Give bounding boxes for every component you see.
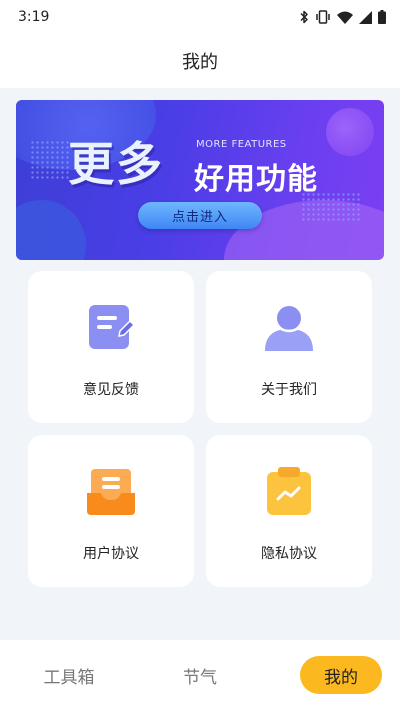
- bottom-tab-bar: 工具箱 节气 我的: [0, 640, 400, 711]
- feedback-icon: [86, 303, 136, 353]
- about-us-label: 关于我们: [261, 382, 317, 398]
- vibrate-icon: [315, 10, 331, 24]
- enter-button[interactable]: 点击进入: [138, 202, 262, 229]
- bluetooth-icon: [299, 10, 309, 24]
- user-agreement-card[interactable]: 用户协议: [28, 435, 194, 587]
- banner-subtitle-cn: 好用功能: [194, 162, 318, 197]
- privacy-agreement-label: 隐私协议: [261, 546, 317, 562]
- tab-mine[interactable]: 我的: [300, 656, 382, 694]
- page-title: 我的: [182, 52, 218, 73]
- battery-icon: [378, 10, 386, 24]
- banner-decoration: [326, 108, 374, 156]
- status-icons: [299, 10, 386, 24]
- archive-box-icon: [86, 467, 136, 517]
- feedback-label: 意见反馈: [83, 382, 139, 398]
- user-icon: [264, 303, 314, 353]
- cellular-signal-icon: [359, 10, 372, 24]
- banner-decoration: [16, 200, 86, 260]
- user-agreement-label: 用户协议: [83, 546, 139, 562]
- tab-solar-terms[interactable]: 节气: [166, 656, 234, 694]
- privacy-agreement-card[interactable]: 隐私协议: [206, 435, 372, 587]
- tab-toolbox[interactable]: 工具箱: [30, 656, 108, 694]
- banner-dots: [30, 140, 70, 180]
- wifi-icon: [337, 11, 353, 24]
- page-header: 我的: [0, 34, 400, 88]
- status-time: 3:19: [18, 9, 50, 25]
- banner-big-text: 更多: [68, 137, 164, 191]
- feedback-card[interactable]: 意见反馈: [28, 271, 194, 423]
- banner-subtitle-en: MORE FEATURES: [196, 139, 287, 150]
- clipboard-chart-icon: [264, 467, 314, 517]
- main-content: 更多 MORE FEATURES 好用功能 点击进入 意见反馈 关于我们 用户协…: [0, 88, 400, 640]
- about-us-card[interactable]: 关于我们: [206, 271, 372, 423]
- promo-banner[interactable]: 更多 MORE FEATURES 好用功能 点击进入: [16, 100, 384, 260]
- status-bar: 3:19: [0, 0, 400, 34]
